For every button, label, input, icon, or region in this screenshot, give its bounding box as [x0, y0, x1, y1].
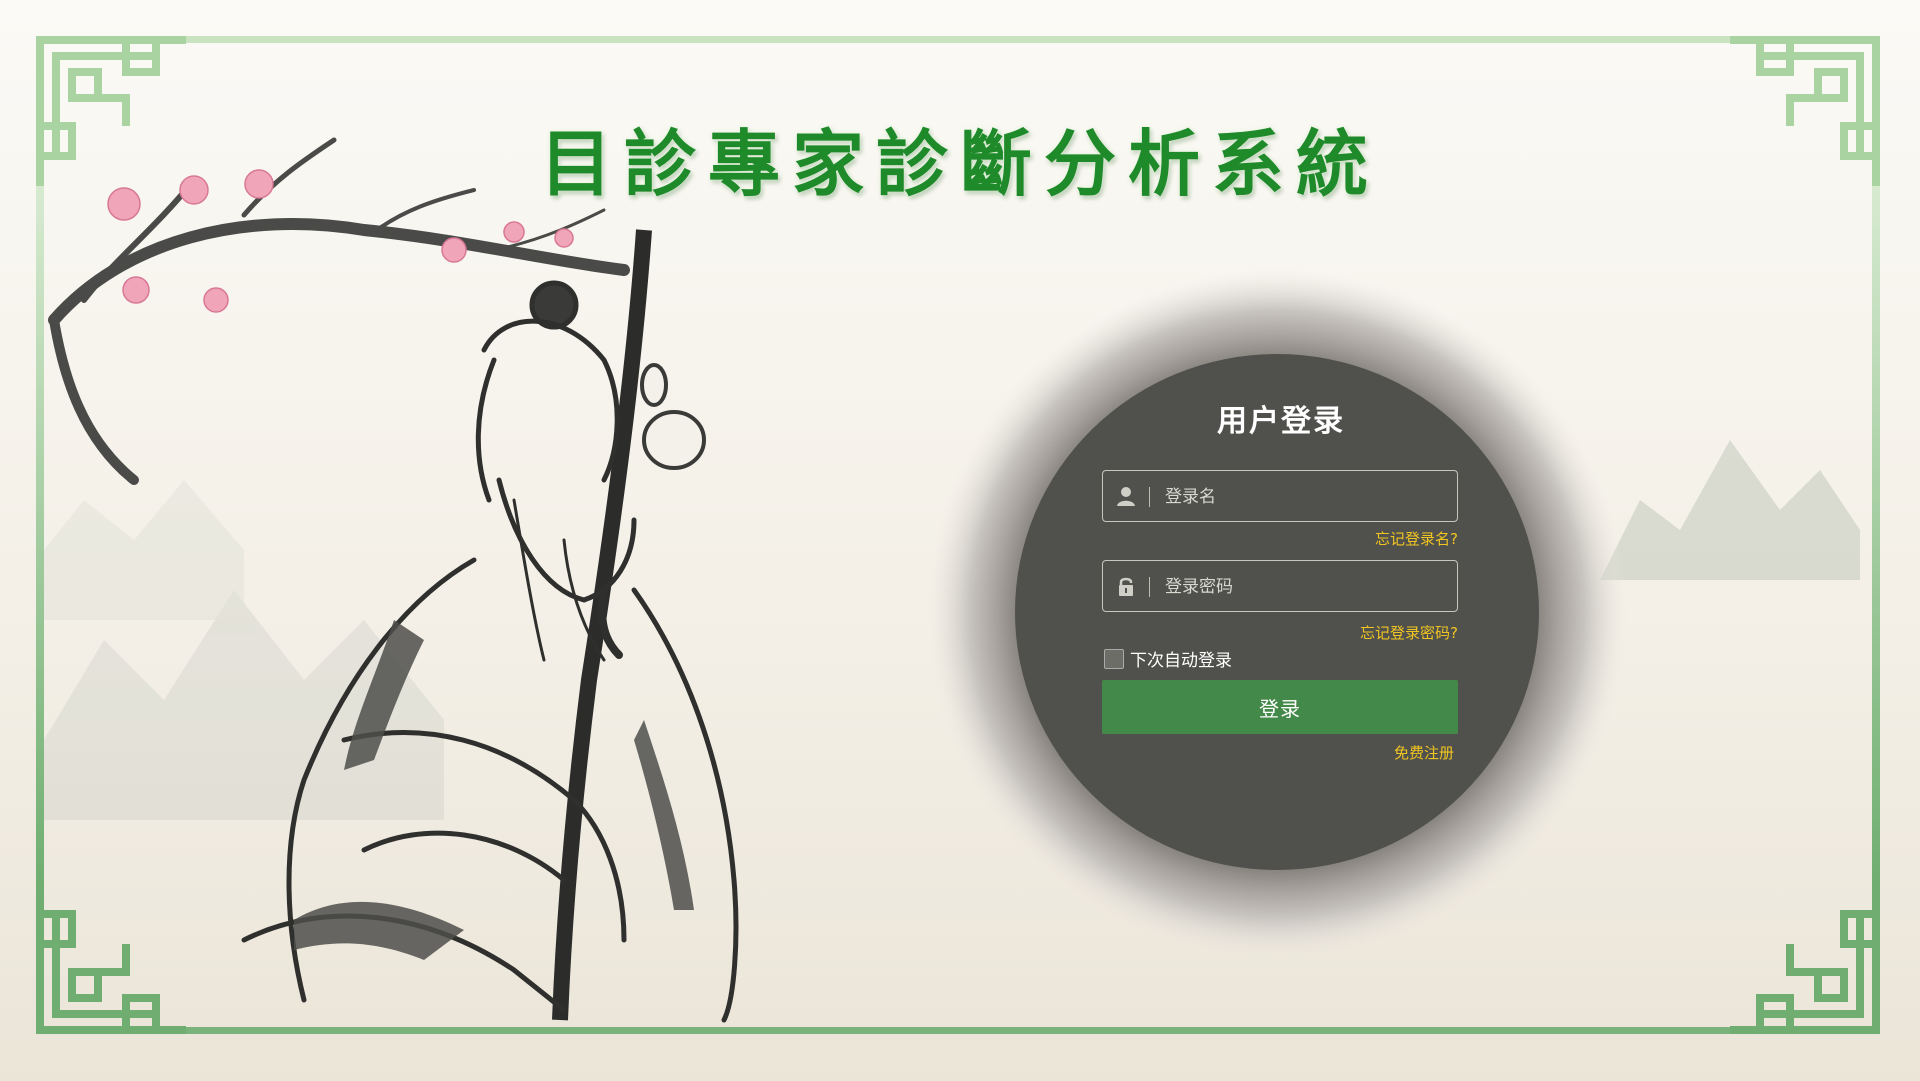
system-title: 目診專家診斷分析系統	[540, 121, 1381, 206]
frame-top-border	[186, 36, 1730, 43]
login-form: 用户登录 忘记登录名? 忘记登录密码? 下次自动登录 登录 免费注册	[1102, 396, 1460, 776]
lock-icon	[1119, 577, 1133, 596]
frame-corner-ornament	[1730, 36, 1880, 186]
decorative-mountains	[1600, 440, 1860, 580]
user-icon	[1117, 487, 1135, 506]
auto-login-checkbox[interactable]	[1104, 648, 1124, 669]
sage-ink-painting	[44, 137, 739, 1023]
login-heading: 用户登录	[1217, 404, 1345, 439]
auto-login-option[interactable]: 下次自动登录	[1104, 646, 1232, 671]
field-separator	[1149, 577, 1150, 597]
frame-left-border	[36, 186, 44, 884]
username-input[interactable]	[1163, 471, 1447, 523]
username-field[interactable]	[1102, 470, 1458, 523]
frame-corner-ornament	[1730, 884, 1880, 1034]
login-button[interactable]: 登录	[1102, 680, 1458, 734]
forgot-username-link[interactable]: 忘记登录名?	[1375, 528, 1458, 549]
register-link[interactable]: 免费注册	[1394, 742, 1454, 763]
frame-right-border	[1872, 186, 1880, 884]
password-field[interactable]	[1102, 560, 1458, 613]
password-input[interactable]	[1163, 561, 1447, 613]
forgot-password-link[interactable]: 忘记登录密码?	[1360, 622, 1458, 643]
auto-login-label: 下次自动登录	[1130, 651, 1232, 671]
field-separator	[1149, 487, 1150, 507]
